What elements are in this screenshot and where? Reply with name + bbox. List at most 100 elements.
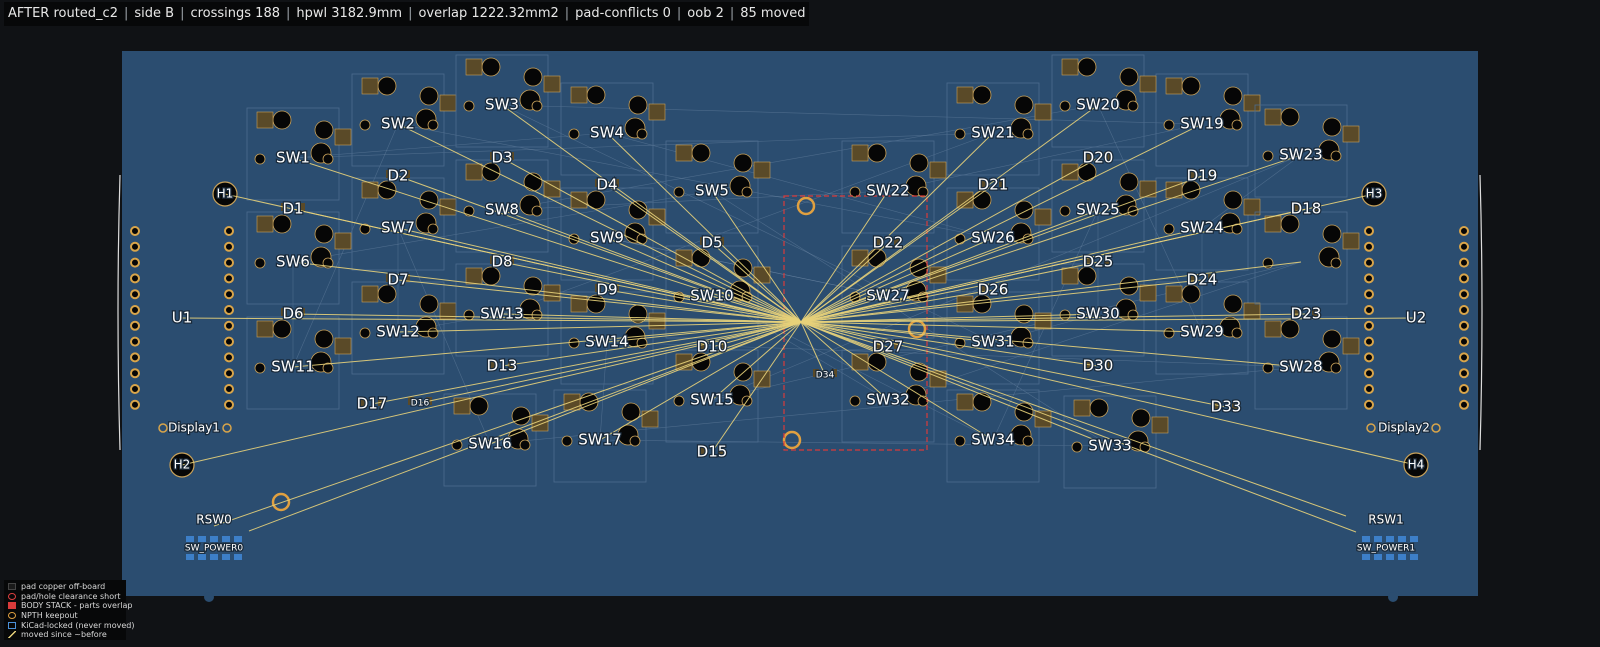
- ref-label-h2: H2: [174, 458, 191, 472]
- hotswap-pad: [465, 58, 483, 76]
- switch-peg-hole: [463, 309, 475, 321]
- hotswap-pad: [1151, 416, 1169, 434]
- switch-pin-hole: [909, 153, 929, 173]
- moved-line-icon: [8, 631, 16, 639]
- ref-label-sw27: SW27: [866, 287, 909, 305]
- hotswap-pad: [851, 144, 869, 162]
- mcu-pin: [224, 320, 234, 331]
- switch-pin-hole: [419, 294, 439, 314]
- power-switch-pad: [1386, 536, 1394, 542]
- mcu-pin: [130, 384, 140, 394]
- ref-label-d17: D17: [357, 395, 388, 413]
- hotswap-pad: [256, 320, 274, 338]
- ref-label-sw12: SW12: [376, 323, 419, 341]
- switch-pin-hole: [1280, 107, 1300, 127]
- ref-label-rsw0: RSW0: [196, 513, 231, 527]
- ref-label-d5: D5: [701, 234, 722, 252]
- hotswap-pad: [956, 393, 974, 411]
- pcb-canvas[interactable]: SW1 SW2 SW3 SW4 SW5 SW6 SW7 SW8 SW9 SW10 SW11 SW12 S…: [0, 0, 1600, 647]
- switch-pin-hole: [314, 120, 334, 140]
- power-switch-pad: [222, 536, 230, 542]
- power-switch-pad: [1374, 554, 1382, 560]
- switch-pin-hole: [1014, 200, 1034, 220]
- ref-label-d13: D13: [487, 357, 518, 375]
- switch-pin-hole: [1119, 276, 1139, 296]
- hotswap-pad: [1139, 284, 1157, 302]
- switch-pin-hole: [1181, 76, 1201, 96]
- switch-pin-hole: [1280, 319, 1300, 339]
- ref-label-d15: D15: [697, 443, 728, 461]
- hotswap-pad: [1243, 198, 1261, 216]
- mcu-pin: [1364, 257, 1374, 268]
- switch-peg-hole: [636, 128, 648, 140]
- mcu-pin: [224, 399, 234, 410]
- switch-peg-hole: [254, 257, 266, 269]
- hotswap-pad: [753, 161, 771, 179]
- switch-peg-hole: [1330, 257, 1342, 269]
- mcu-pin: [224, 368, 234, 379]
- switch-pin-hole: [1322, 329, 1342, 349]
- mcu-pin: [130, 273, 140, 284]
- ref-label-u1: U1: [172, 309, 193, 327]
- hotswap-pad: [1061, 163, 1079, 181]
- power-switch-pad: [1362, 536, 1370, 542]
- legend-label: moved since ~before: [21, 630, 107, 640]
- ref-label-sw24: SW24: [1180, 219, 1223, 237]
- switch-peg-hole: [1022, 128, 1034, 140]
- switch-pin-hole: [272, 319, 292, 339]
- switch-pin-hole: [972, 190, 992, 210]
- legend-item: NPTH keepout: [8, 611, 122, 621]
- mcu-pin: [130, 368, 140, 379]
- switch-peg-hole: [427, 223, 439, 235]
- ref-label-d18: D18: [1291, 200, 1322, 218]
- ref-label-sw2: SW2: [381, 115, 415, 133]
- hotswap-pad: [1342, 337, 1360, 355]
- mcu-pin: [1364, 289, 1374, 300]
- switch-pin-hole: [419, 86, 439, 106]
- ref-label-sw_power1: SW_POWER1: [1357, 544, 1415, 554]
- switch-peg-hole: [561, 435, 573, 447]
- power-switch-pad: [198, 536, 206, 542]
- switch-pin-hole: [628, 304, 648, 324]
- hotswap-pad: [956, 191, 974, 209]
- hotswap-pad: [675, 144, 693, 162]
- ref-label-sw20: SW20: [1076, 96, 1119, 114]
- mcu-pin: [224, 257, 234, 268]
- ref-label-d1: D1: [282, 200, 303, 218]
- switch-pin-hole: [469, 396, 489, 416]
- mcu-pin: [1364, 384, 1374, 394]
- switch-peg-hole: [531, 100, 543, 112]
- power-switch-pad: [198, 554, 206, 560]
- legend-item: BODY STACK - parts overlap: [8, 601, 132, 611]
- power-switch-pad: [1410, 554, 1418, 560]
- ref-label-d30: D30: [1083, 357, 1114, 375]
- switch-peg-hole: [568, 128, 580, 140]
- mcu-pin: [130, 241, 140, 252]
- switch-peg-hole: [1163, 223, 1175, 235]
- switch-pin-hole: [523, 276, 543, 296]
- ref-label-sw13: SW13: [480, 305, 523, 323]
- board-edge-right: [1479, 174, 1483, 451]
- ref-label-h3: H3: [1366, 187, 1383, 201]
- legend-label: KiCad-locked (never moved): [21, 620, 135, 630]
- switch-pin-hole: [481, 57, 501, 77]
- mcu-pin: [224, 305, 234, 315]
- ref-label-sw21: SW21: [971, 124, 1014, 142]
- ref-label-sw9: SW9: [590, 229, 624, 247]
- switch-peg-hole: [673, 186, 685, 198]
- switch-peg-hole: [531, 205, 543, 217]
- ref-label-sw33: SW33: [1088, 437, 1131, 455]
- ref-label-display2: Display2: [1378, 421, 1430, 435]
- ref-label-sw31: SW31: [971, 333, 1014, 351]
- ref-label-sw23: SW23: [1279, 146, 1322, 164]
- switch-pin-hole: [511, 406, 531, 426]
- switch-pin-hole: [314, 224, 334, 244]
- switch-peg-hole: [254, 153, 266, 165]
- board-notch: [204, 592, 214, 602]
- power-switch-pad: [234, 554, 242, 560]
- mcu-pin: [1364, 273, 1374, 284]
- hotswap-pad: [929, 161, 947, 179]
- power-switch-pad: [1374, 536, 1382, 542]
- legend-label: pad/hole clearance short: [21, 591, 121, 601]
- ref-label-sw14: SW14: [585, 333, 628, 351]
